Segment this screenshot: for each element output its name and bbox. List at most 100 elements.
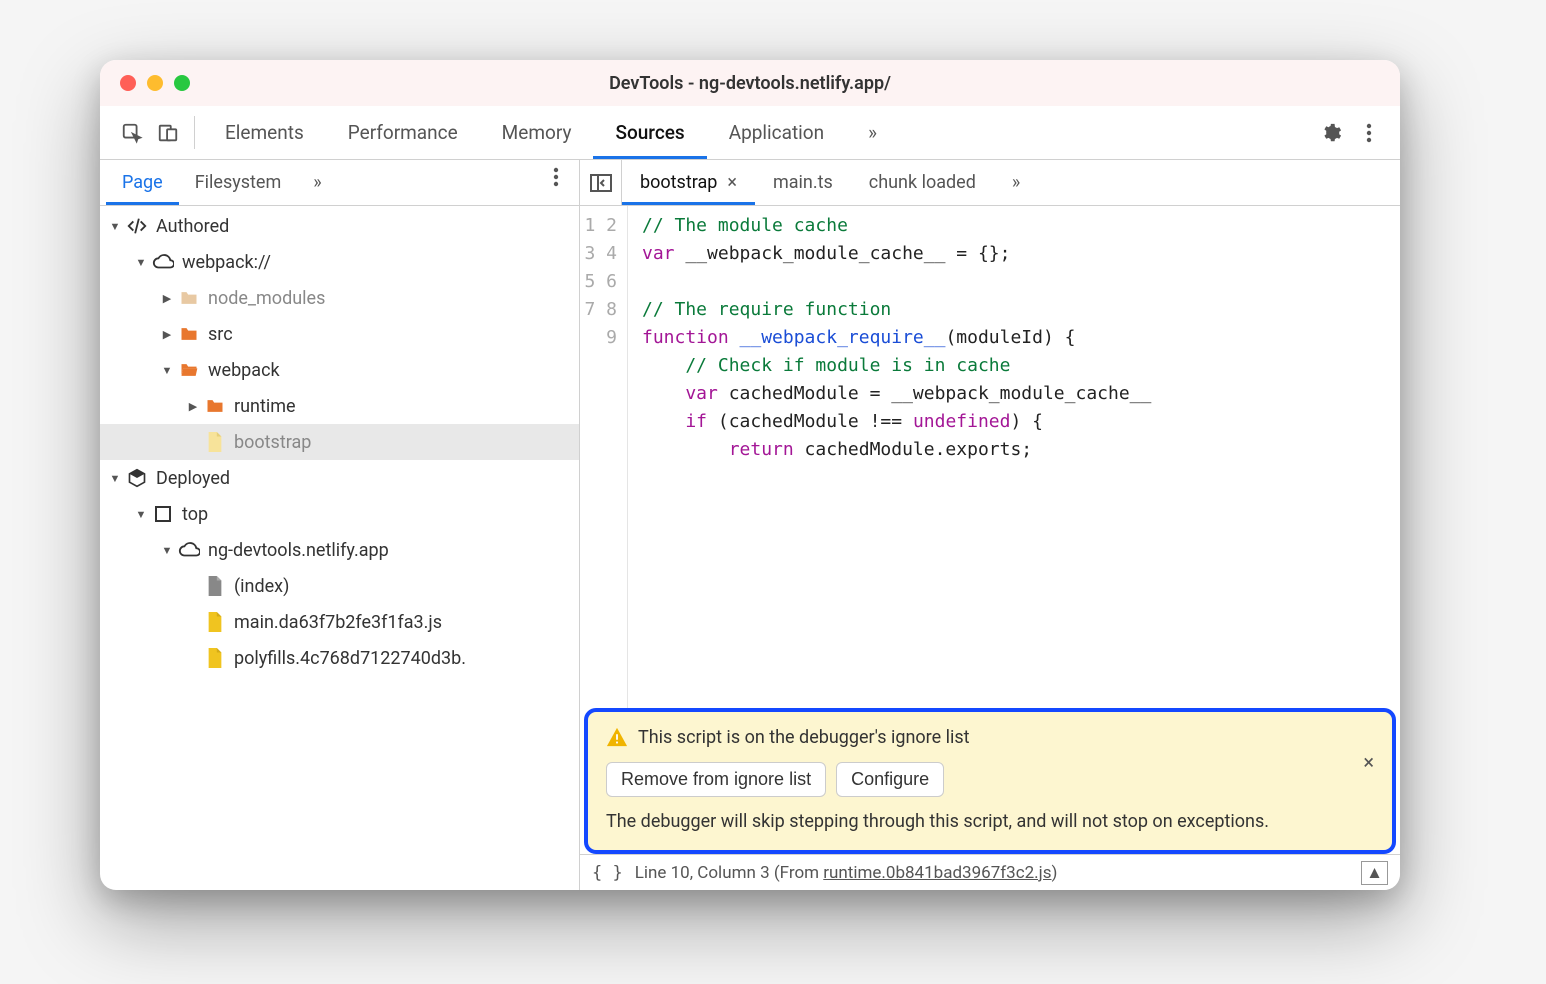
gear-icon xyxy=(1320,122,1342,144)
pretty-print-button[interactable]: { } xyxy=(592,863,623,883)
folder-icon xyxy=(204,395,226,417)
tab-application[interactable]: Application xyxy=(707,106,846,159)
tree-item-main-js[interactable]: main.da63f7b2fe3f1fa3.js xyxy=(100,604,579,640)
titlebar: DevTools - ng-devtools.netlify.app/ xyxy=(100,60,1400,106)
tree-item-host[interactable]: ▼ ng-devtools.netlify.app xyxy=(100,532,579,568)
tree-item-index[interactable]: (index) xyxy=(100,568,579,604)
cloud-icon xyxy=(152,251,174,273)
tree-label: Deployed xyxy=(156,468,230,489)
main-tab-bar: Elements Performance Memory Sources Appl… xyxy=(100,106,1400,160)
tree-label: ng-devtools.netlify.app xyxy=(208,540,389,561)
kebab-icon xyxy=(553,167,559,187)
chevron-down-icon: ▼ xyxy=(134,256,148,269)
editor-tab-bar: bootstrap × main.ts chunk loaded » xyxy=(580,160,1400,206)
editor-tab-more[interactable]: » xyxy=(994,160,1038,205)
folder-icon xyxy=(178,323,200,345)
close-icon[interactable]: × xyxy=(727,172,737,193)
tree-label: webpack:// xyxy=(182,252,271,273)
device-toolbar-icon[interactable] xyxy=(150,106,186,159)
folder-open-icon xyxy=(178,359,200,381)
traffic-lights xyxy=(120,75,190,91)
editor-tab-chunk-loaded[interactable]: chunk loaded xyxy=(851,160,994,205)
file-icon xyxy=(204,611,226,633)
cursor-position: Line 10, Column 3 (From runtime.0b841bad… xyxy=(635,863,1058,883)
toggle-navigator-button[interactable] xyxy=(580,160,622,205)
warning-icon xyxy=(606,726,628,748)
cube-icon xyxy=(126,467,148,489)
tree-item-src[interactable]: ▶ src xyxy=(100,316,579,352)
tree-item-webpack-folder[interactable]: ▼ webpack xyxy=(100,352,579,388)
sidebar-toggle-icon xyxy=(590,174,612,192)
tab-memory[interactable]: Memory xyxy=(480,106,594,159)
tree-item-top[interactable]: ▼ top xyxy=(100,496,579,532)
tree-label: main.da63f7b2fe3f1fa3.js xyxy=(234,612,442,633)
editor-status-bar: { } Line 10, Column 3 (From runtime.0b84… xyxy=(580,854,1400,890)
tree-label: top xyxy=(182,504,208,525)
editor-tab-main-ts[interactable]: main.ts xyxy=(755,160,851,205)
editor-tab-bootstrap[interactable]: bootstrap × xyxy=(622,160,755,205)
tab-more[interactable]: » xyxy=(846,106,899,159)
sidebar-more-button[interactable] xyxy=(539,160,573,194)
configure-button[interactable]: Configure xyxy=(836,762,944,797)
tree-label: (index) xyxy=(234,576,289,597)
chevron-down-icon: ▼ xyxy=(160,544,174,557)
tree-item-polyfills-js[interactable]: polyfills.4c768d7122740d3b. xyxy=(100,640,579,676)
tab-sources[interactable]: Sources xyxy=(593,106,706,159)
maximize-window-button[interactable] xyxy=(174,75,190,91)
tree-group-deployed[interactable]: ▼ Deployed xyxy=(100,460,579,496)
banner-description: The debugger will skip stepping through … xyxy=(606,811,1374,832)
close-banner-button[interactable]: × xyxy=(1363,750,1374,774)
editor-tab-label: bootstrap xyxy=(640,172,717,193)
tree-label: webpack xyxy=(208,360,280,381)
tree-label: src xyxy=(208,324,233,345)
chevron-right-icon: ▶ xyxy=(160,292,174,305)
chevron-down-icon: ▼ xyxy=(134,508,148,521)
file-icon xyxy=(204,575,226,597)
ignore-list-banner: This script is on the debugger's ignore … xyxy=(584,708,1396,854)
more-options-button[interactable] xyxy=(1352,116,1386,150)
tree-label: bootstrap xyxy=(234,432,311,453)
window-title: DevTools - ng-devtools.netlify.app/ xyxy=(100,73,1400,94)
file-icon xyxy=(204,647,226,669)
tree-label: Authored xyxy=(156,216,229,237)
sidebar-tab-more[interactable]: » xyxy=(297,160,337,205)
tab-elements[interactable]: Elements xyxy=(203,106,326,159)
file-icon xyxy=(204,431,226,453)
file-tree: ▼ Authored ▼ webpack:// ▶ node_modules ▶ xyxy=(100,206,579,890)
tree-item-bootstrap[interactable]: bootstrap xyxy=(100,424,579,460)
tree-label: polyfills.4c768d7122740d3b. xyxy=(234,648,466,669)
sidebar-tab-bar: Page Filesystem » xyxy=(100,160,579,206)
tree-group-authored[interactable]: ▼ Authored xyxy=(100,208,579,244)
kebab-icon xyxy=(1366,123,1372,143)
tree-item-runtime[interactable]: ▶ runtime xyxy=(100,388,579,424)
cloud-icon xyxy=(178,539,200,561)
tree-label: runtime xyxy=(234,396,296,417)
settings-button[interactable] xyxy=(1314,116,1348,150)
chevron-down-icon: ▼ xyxy=(160,364,174,377)
frame-icon xyxy=(152,503,174,525)
sidebar-tab-page[interactable]: Page xyxy=(106,160,179,205)
banner-title: This script is on the debugger's ignore … xyxy=(638,727,970,748)
chevron-right-icon: ▶ xyxy=(186,400,200,413)
devtools-window: DevTools - ng-devtools.netlify.app/ Elem… xyxy=(100,60,1400,890)
chevron-down-icon: ▼ xyxy=(108,472,122,485)
remove-from-ignore-button[interactable]: Remove from ignore list xyxy=(606,762,826,797)
source-map-link[interactable]: runtime.0b841bad3967f3c2.js xyxy=(823,863,1051,883)
minimize-window-button[interactable] xyxy=(147,75,163,91)
sidebar-tab-filesystem[interactable]: Filesystem xyxy=(179,160,298,205)
sources-sidebar: Page Filesystem » ▼ Authored ▼ webpack:/… xyxy=(100,160,580,890)
scroll-to-top-button[interactable]: ▲ xyxy=(1361,861,1388,885)
inspect-element-icon[interactable] xyxy=(114,106,150,159)
tree-item-webpack-scheme[interactable]: ▼ webpack:// xyxy=(100,244,579,280)
code-icon xyxy=(126,215,148,237)
chevron-down-icon: ▼ xyxy=(108,220,122,233)
panel-body: Page Filesystem » ▼ Authored ▼ webpack:/… xyxy=(100,160,1400,890)
chevron-right-icon: ▶ xyxy=(160,328,174,341)
divider xyxy=(194,116,195,149)
tree-item-node-modules[interactable]: ▶ node_modules xyxy=(100,280,579,316)
tab-performance[interactable]: Performance xyxy=(326,106,480,159)
tree-label: node_modules xyxy=(208,288,325,309)
folder-icon xyxy=(178,287,200,309)
close-window-button[interactable] xyxy=(120,75,136,91)
editor-panel: bootstrap × main.ts chunk loaded » 1 2 3… xyxy=(580,160,1400,890)
